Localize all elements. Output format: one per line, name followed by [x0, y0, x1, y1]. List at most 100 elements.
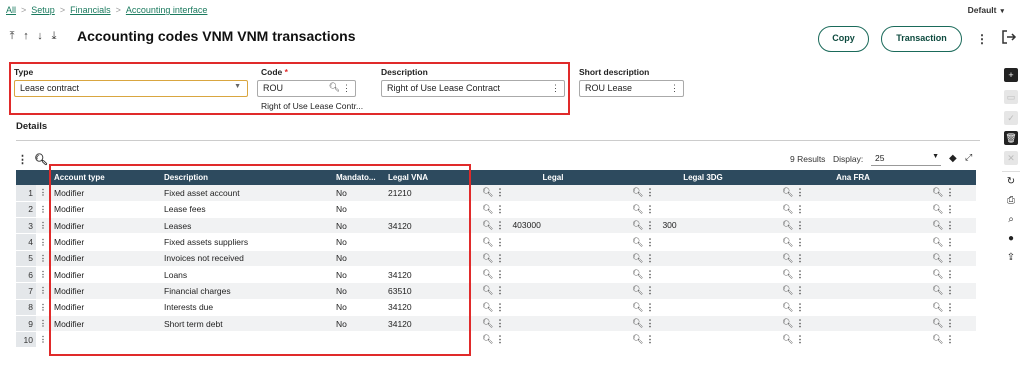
layers-icon[interactable]: ◆ — [949, 153, 957, 164]
more-options-icon[interactable]: ⋮ — [795, 269, 804, 279]
search-icon[interactable]: 🔍︎ — [782, 302, 793, 312]
more-options-icon[interactable]: ⋮ — [645, 334, 654, 344]
search-icon[interactable]: 🔍︎ — [482, 285, 493, 295]
code-input[interactable]: ROU 🔍︎ ⋮ — [257, 80, 356, 97]
ana-fra-cell[interactable]: 🔍︎ ⋮ — [778, 201, 928, 219]
share-icon[interactable]: ⇪ — [1004, 251, 1018, 265]
extra-cell[interactable]: 🔍︎ ⋮ — [928, 201, 976, 219]
table-row[interactable]: 2 ⋮ Modifier Lease fees No 🔍︎ ⋮ 🔍︎ ⋮ 🔍︎ ⋮ 🔍︎ ⋮ — [16, 201, 976, 219]
row-menu-icon[interactable]: ⋮ — [36, 331, 50, 349]
search-icon[interactable]: 🔍︎ — [632, 253, 643, 263]
ana-fra-cell[interactable]: 🔍︎ ⋮ — [778, 250, 928, 267]
search-icon[interactable]: 🔍︎ — [932, 302, 943, 312]
extra-cell[interactable]: 🔍︎ ⋮ — [928, 315, 976, 333]
extra-cell[interactable]: 🔍︎ ⋮ — [928, 282, 976, 300]
mandatory-cell[interactable]: No — [332, 250, 384, 267]
search-icon[interactable]: 🔍︎ — [782, 253, 793, 263]
type-select[interactable]: Lease contract ▼ — [14, 80, 248, 97]
description-cell[interactable]: Invoices not received — [160, 250, 332, 267]
legal-cell[interactable]: 🔍︎ ⋮ — [478, 201, 628, 219]
more-options-icon[interactable]: ⋮ — [945, 285, 954, 295]
more-options-icon[interactable]: ⋮ — [551, 83, 560, 94]
copy-button[interactable]: Copy — [818, 26, 869, 52]
search-icon[interactable]: 🔍︎ — [632, 220, 643, 230]
search-icon[interactable]: 🔍︎ — [932, 269, 943, 279]
legal-3dg-cell[interactable]: 🔍︎ ⋮ — [628, 331, 778, 349]
search-icon[interactable]: 🔍︎ — [482, 204, 493, 214]
search-icon[interactable]: 🔍︎ — [782, 269, 793, 279]
legal-cell[interactable]: 🔍︎ ⋮ — [478, 282, 628, 300]
legal-cell[interactable]: 🔍︎ ⋮ — [478, 315, 628, 333]
table-row[interactable]: 3 ⋮ Modifier Leases No 34120 🔍︎ ⋮ 403000 🔍︎ ⋮ 300 🔍︎… — [16, 217, 976, 235]
more-options-icon[interactable]: ⋮ — [795, 334, 804, 344]
next-record-icon[interactable]: ↓ — [34, 30, 48, 42]
search-icon[interactable]: 🔍︎ — [34, 154, 48, 166]
legal-vna-cell[interactable] — [384, 331, 478, 349]
table-row[interactable]: 8 ⋮ Modifier Interests due No 34120 🔍︎ ⋮ 🔍︎ ⋮ 🔍︎ ⋮ 🔍… — [16, 299, 976, 316]
table-row[interactable]: 7 ⋮ Modifier Financial charges No 63510 🔍︎ ⋮ 🔍︎ ⋮… — [16, 282, 976, 300]
more-options-icon[interactable]: ⋮ — [495, 302, 504, 312]
table-row[interactable]: 10 ⋮ 🔍︎ ⋮ 🔍︎ ⋮ 🔍︎ ⋮ 🔍︎ ⋮ — [16, 331, 976, 349]
legal-cell[interactable]: 🔍︎ ⋮ — [478, 299, 628, 316]
description-cell[interactable]: Loans — [160, 266, 332, 284]
legal-vna-cell[interactable]: 21210 — [384, 185, 478, 202]
search-icon[interactable]: 🔍︎ — [482, 302, 493, 312]
legal-3dg-cell[interactable]: 🔍︎ ⋮ — [628, 266, 778, 284]
print-icon[interactable]: ⎙ — [1004, 194, 1018, 208]
search-icon[interactable]: 🔍︎ — [482, 334, 493, 344]
extra-cell[interactable]: 🔍︎ ⋮ — [928, 331, 976, 349]
more-options-icon[interactable]: ⋮ — [795, 204, 804, 214]
more-options-icon[interactable]: ⋮ — [645, 204, 654, 214]
search-icon[interactable]: 🔍︎ — [932, 237, 943, 247]
more-options-icon[interactable]: ⋮ — [945, 237, 954, 247]
description-cell[interactable]: Interests due — [160, 299, 332, 316]
last-record-icon[interactable]: ⤓ — [48, 30, 62, 43]
default-menu[interactable]: Default ▾ — [968, 5, 1004, 15]
search-icon[interactable]: 🔍︎ — [632, 285, 643, 295]
mandatory-cell[interactable]: No — [332, 315, 384, 333]
account-type-cell[interactable]: Modifier — [50, 315, 160, 333]
breadcrumb-all[interactable]: All — [6, 5, 16, 15]
previous-record-icon[interactable]: ↑ — [20, 30, 34, 42]
search-icon[interactable]: 🔍︎ — [482, 318, 493, 328]
more-options-icon[interactable]: ⋮ — [495, 285, 504, 295]
more-options-icon[interactable]: ⋮ — [945, 220, 954, 230]
account-type-cell[interactable]: Modifier — [50, 185, 160, 202]
search-icon[interactable]: 🔍︎ — [482, 269, 493, 279]
search-icon[interactable]: 🔍︎ — [932, 187, 943, 197]
description-cell[interactable]: Lease fees — [160, 201, 332, 219]
account-type-cell[interactable] — [50, 331, 160, 349]
legal-vna-cell[interactable]: 34120 — [384, 266, 478, 284]
row-menu-icon[interactable]: ⋮ — [36, 250, 50, 267]
search-icon[interactable]: 🔍︎ — [782, 318, 793, 328]
more-options-icon[interactable]: ⋮ — [795, 302, 804, 312]
extra-cell[interactable]: 🔍︎ ⋮ — [928, 299, 976, 316]
description-input[interactable]: Right of Use Lease Contract ⋮ — [381, 80, 565, 97]
row-menu-icon[interactable]: ⋮ — [36, 233, 50, 251]
legal-cell[interactable]: 🔍︎ ⋮ — [478, 331, 628, 349]
mandatory-cell[interactable]: No — [332, 233, 384, 251]
more-options-icon[interactable]: ⋮ — [495, 269, 504, 279]
search-icon[interactable]: 🔍︎ — [632, 204, 643, 214]
short-description-input[interactable]: ROU Lease ⋮ — [579, 80, 684, 97]
more-options-icon[interactable]: ⋮ — [17, 154, 28, 166]
legal-3dg-cell[interactable]: 🔍︎ ⋮ — [628, 185, 778, 202]
first-record-icon[interactable]: ⤒ — [6, 30, 20, 43]
legal-cell[interactable]: 🔍︎ ⋮ 403000 — [478, 217, 628, 235]
search-icon[interactable]: 🔍︎ — [782, 285, 793, 295]
more-options-icon[interactable]: ⋮ — [645, 269, 654, 279]
account-type-cell[interactable]: Modifier — [50, 250, 160, 267]
transaction-button[interactable]: Transaction — [881, 26, 962, 52]
more-options-icon[interactable]: ⋮ — [645, 302, 654, 312]
more-options-icon[interactable]: ⋮ — [645, 220, 654, 230]
more-options-icon[interactable]: ⋮ — [645, 187, 654, 197]
more-options-icon[interactable]: ⋮ — [495, 204, 504, 214]
mandatory-cell[interactable]: No — [332, 282, 384, 300]
extra-cell[interactable]: 🔍︎ ⋮ — [928, 266, 976, 284]
mandatory-cell[interactable]: No — [332, 299, 384, 316]
search-icon[interactable]: 🔍︎ — [932, 220, 943, 230]
more-options-icon[interactable]: ⋮ — [795, 253, 804, 263]
account-type-cell[interactable]: Modifier — [50, 217, 160, 235]
mandatory-cell[interactable] — [332, 331, 384, 349]
legal-3dg-cell[interactable]: 🔍︎ ⋮ — [628, 250, 778, 267]
